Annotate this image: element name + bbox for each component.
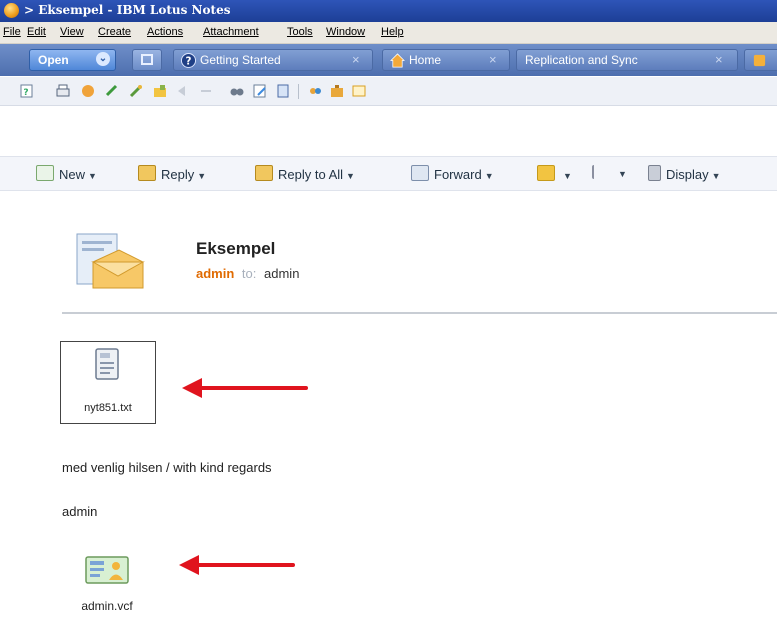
briefcase-icon[interactable]	[329, 83, 345, 99]
tab-document[interactable]	[744, 49, 777, 71]
menu-window[interactable]: Window	[326, 26, 365, 38]
lotus-notes-icon	[4, 3, 19, 18]
tab-label: Replication and Sync	[525, 53, 638, 67]
title-bar: > Eksempel - IBM Lotus Notes	[0, 0, 777, 22]
help-icon: ?	[181, 53, 196, 68]
attachment-vcf-name: admin.vcf	[81, 599, 133, 613]
folder-move-icon[interactable]	[152, 83, 168, 99]
new-memo-icon[interactable]: ?	[19, 83, 35, 99]
tab-home[interactable]: Home ×	[382, 49, 510, 71]
tab-replication-sync[interactable]: Replication and Sync ×	[516, 49, 738, 71]
dropdown-arrow-icon: ▼	[197, 171, 207, 181]
menu-view[interactable]: View	[60, 26, 84, 38]
forward-nav-icon[interactable]	[198, 83, 214, 99]
menu-edit[interactable]: Edit	[27, 26, 46, 38]
stamp-icon[interactable]	[80, 83, 96, 99]
memo-envelope-icon	[76, 233, 145, 289]
menu-attachment[interactable]: Attachment	[203, 26, 259, 38]
close-icon[interactable]: ×	[715, 52, 723, 67]
svg-text:?: ?	[186, 55, 192, 67]
to-label: to:	[241, 266, 257, 281]
recipient-name[interactable]: admin	[264, 266, 299, 281]
close-icon[interactable]: ×	[489, 52, 497, 67]
chevron-down-icon: ⌄	[96, 52, 110, 66]
header-divider	[62, 312, 777, 314]
forward-button[interactable]: Forward ▼	[411, 165, 494, 182]
home-icon	[390, 53, 405, 68]
show-desktop-button[interactable]	[132, 49, 162, 71]
action-bar: New ▼ Reply ▼ Reply to All ▼ Forward ▼ ▼ ▼ D…	[0, 156, 777, 191]
menu-actions[interactable]: Actions	[147, 26, 183, 38]
follow-up-button[interactable]: ▼	[592, 165, 627, 180]
window-title: > Eksempel - IBM Lotus Notes	[24, 3, 231, 17]
message-subject: Eksempel	[196, 239, 276, 258]
display-button[interactable]: Display ▼	[648, 165, 721, 182]
dropdown-arrow-icon: ▼	[484, 171, 494, 181]
print-icon[interactable]	[55, 83, 71, 99]
svg-text:?: ?	[23, 88, 28, 98]
dropdown-arrow-icon: ▼	[563, 171, 572, 181]
forward-label: Forward	[434, 167, 482, 182]
link-icon[interactable]	[104, 83, 120, 99]
new-button[interactable]: New ▼	[36, 165, 97, 182]
message-body: med venlig hilsen / with kind regards	[62, 460, 272, 475]
reply-icon	[138, 165, 156, 181]
menu-file[interactable]: File	[3, 26, 21, 38]
trash-icon	[648, 165, 661, 181]
new-icon	[36, 165, 54, 181]
reply-to-all-label: Reply to All	[278, 167, 344, 182]
vcard-icon[interactable]	[84, 555, 130, 585]
tab-label: Getting Started	[200, 53, 281, 67]
menu-help[interactable]: Help	[381, 26, 404, 38]
red-arrow-annotation	[179, 555, 295, 575]
folder-icon	[537, 165, 555, 181]
menu-create[interactable]: Create	[98, 26, 131, 38]
dropdown-arrow-icon: ▼	[88, 171, 97, 181]
find-icon[interactable]	[229, 83, 245, 99]
toolbar-icons: ?	[0, 77, 777, 106]
open-label: Open	[38, 53, 69, 67]
open-button[interactable]: Open ⌄	[29, 49, 116, 71]
folder-button[interactable]: ▼	[537, 165, 572, 182]
flag-icon	[592, 165, 610, 179]
attachment-txt-name: nyt851.txt	[84, 402, 132, 414]
back-icon[interactable]	[176, 83, 192, 99]
from-line: admin to: admin	[196, 266, 299, 281]
notebook-icon[interactable]	[275, 83, 291, 99]
sametime-icon[interactable]	[307, 83, 323, 99]
text-file-icon[interactable]	[93, 347, 123, 383]
tab-bar: Open ⌄ ? Getting Started × Home × Replic…	[0, 44, 777, 76]
reply-label: Reply	[161, 167, 195, 182]
menu-tools[interactable]: Tools	[287, 26, 313, 38]
toolbar-divider	[298, 84, 299, 99]
edit-document-icon[interactable]	[252, 83, 268, 99]
message-signature: admin	[62, 504, 98, 519]
dropdown-arrow-icon: ▼	[346, 171, 355, 181]
window-icon	[141, 54, 153, 65]
dropdown-arrow-icon: ▼	[618, 169, 627, 179]
display-label: Display	[666, 167, 709, 182]
tab-label: Home	[409, 53, 442, 67]
reply-to-all-button[interactable]: Reply to All ▼	[255, 165, 355, 182]
tab-getting-started[interactable]: ? Getting Started ×	[173, 49, 373, 71]
close-icon[interactable]: ×	[352, 52, 360, 67]
window-panel-icon[interactable]	[351, 83, 367, 99]
dropdown-arrow-icon: ▼	[711, 171, 721, 181]
new-label: New	[59, 167, 86, 182]
reply-all-icon	[255, 165, 273, 181]
reply-button[interactable]: Reply ▼	[138, 165, 206, 182]
document-tab-icon	[753, 54, 766, 67]
red-arrow-annotation	[182, 378, 308, 398]
menu-bar: File Edit View Create Actions Attachment…	[0, 22, 777, 44]
forward-icon	[411, 165, 429, 181]
tag-icon[interactable]	[128, 83, 144, 99]
sender-name[interactable]: admin	[196, 266, 234, 281]
